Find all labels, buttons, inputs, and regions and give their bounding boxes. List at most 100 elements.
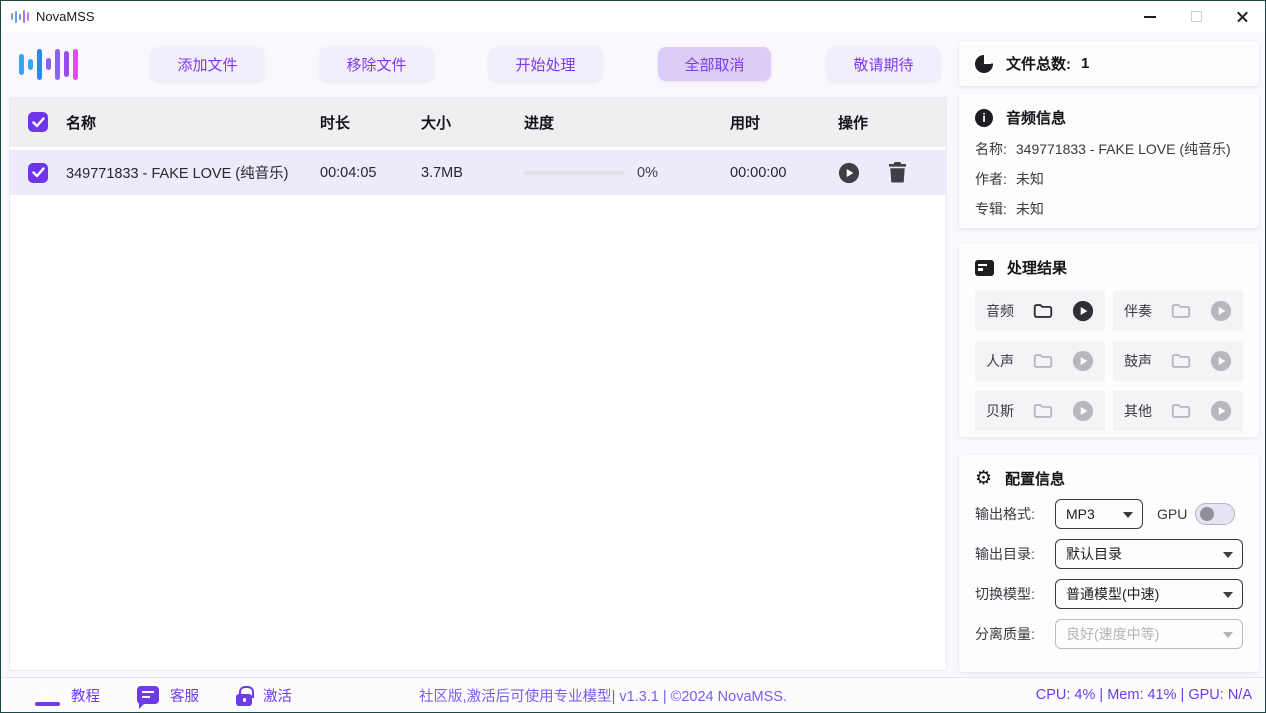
play-icon	[1210, 400, 1232, 422]
result-item: 伴奏	[1113, 291, 1243, 331]
waveform-logo	[19, 44, 95, 84]
cell-actions	[830, 162, 946, 184]
header-size: 大小	[421, 112, 518, 133]
config-card: ⚙ 配置信息 输出格式: MP3 GPU 输出目录: 默认目录	[959, 455, 1259, 672]
output-dir-select[interactable]: 默认目录	[1055, 539, 1243, 569]
file-count-card: 文件总数: 1	[959, 41, 1259, 86]
result-item: 贝斯	[975, 391, 1105, 431]
trash-icon	[888, 162, 907, 183]
play-icon	[1210, 300, 1232, 322]
results-icon	[975, 260, 994, 276]
cancel-all-button[interactable]: 全部取消	[658, 47, 771, 81]
add-files-button[interactable]: 添加文件	[151, 47, 264, 81]
app-title: NovaMSS	[36, 9, 95, 24]
start-processing-button[interactable]: 开始处理	[489, 47, 602, 81]
chevron-down-icon	[1123, 512, 1133, 518]
row-checkbox[interactable]	[28, 163, 48, 183]
play-result-button[interactable]	[1210, 300, 1232, 322]
table-header-row: 名称 时长 大小 进度 用时 操作	[10, 97, 946, 147]
play-result-button[interactable]	[1210, 400, 1232, 422]
result-item: 音频	[975, 291, 1105, 331]
result-label: 其他	[1124, 401, 1152, 421]
cell-file-name: 349771833 - FAKE LOVE (纯音乐)	[66, 162, 320, 183]
play-icon	[1210, 350, 1232, 372]
output-format-label: 输出格式:	[975, 504, 1055, 524]
play-icon	[1072, 300, 1094, 322]
system-stats: CPU: 4% | Mem: 41% | GPU: N/A	[1036, 687, 1252, 703]
open-folder-button[interactable]	[1169, 300, 1193, 322]
header-elapsed: 用时	[730, 112, 830, 133]
info-icon: i	[975, 109, 993, 127]
gear-icon: ⚙	[975, 470, 992, 488]
audio-info-album: 专辑: 未知	[975, 201, 1243, 218]
cell-progress: 0%	[518, 165, 730, 181]
side-panel: 文件总数: 1 i 音频信息 名称: 349771833 - FAKE LOVE…	[959, 41, 1259, 672]
check-icon	[32, 117, 45, 128]
activate-link[interactable]: 激活	[236, 685, 292, 706]
open-folder-button[interactable]	[1031, 300, 1055, 322]
open-folder-button[interactable]	[1169, 350, 1193, 372]
check-icon	[32, 167, 45, 178]
gpu-toggle[interactable]	[1195, 503, 1235, 525]
results-title: 处理结果	[1007, 257, 1067, 278]
open-folder-button[interactable]	[1031, 400, 1055, 422]
chat-icon	[137, 686, 159, 704]
titlebar-app: NovaMSS	[1, 9, 95, 25]
lock-icon	[236, 694, 252, 706]
tutorial-link[interactable]: ➤ 教程	[35, 685, 100, 706]
play-result-button[interactable]	[1210, 350, 1232, 372]
maximize-button[interactable]	[1173, 1, 1219, 32]
play-row-button[interactable]	[838, 162, 860, 184]
config-row-format: 输出格式: MP3 GPU	[975, 499, 1243, 529]
chevron-down-icon	[1223, 592, 1233, 598]
quality-select[interactable]: 良好(速度中等)	[1055, 619, 1243, 649]
result-label: 鼓声	[1124, 351, 1152, 371]
pie-chart-icon	[975, 55, 993, 73]
toggle-knob	[1200, 507, 1214, 521]
file-count-value: 1	[1081, 55, 1089, 72]
audio-info-artist: 作者: 未知	[975, 171, 1243, 188]
window-controls	[1127, 1, 1265, 32]
close-icon	[1236, 10, 1249, 23]
folder-icon	[1169, 300, 1193, 322]
delete-row-button[interactable]	[888, 162, 907, 183]
tutorial-icon: ➤	[35, 685, 60, 706]
header-actions: 操作	[830, 112, 946, 133]
config-row-model: 切换模型: 普通模型(中速)	[975, 579, 1243, 609]
audio-info-name: 名称: 349771833 - FAKE LOVE (纯音乐)	[975, 141, 1243, 158]
cell-size: 3.7MB	[421, 165, 518, 181]
support-link[interactable]: 客服	[137, 685, 199, 706]
play-icon	[838, 162, 860, 184]
result-item: 人声	[975, 341, 1105, 381]
toolbar: 添加文件 移除文件 开始处理 全部取消 敬请期待	[1, 32, 945, 96]
statusbar: ➤ 教程 客服 激活 社区版,激活后可使用专业模型| v1.3.1 | ©202…	[1, 677, 1265, 712]
coming-soon-button[interactable]: 敬请期待	[827, 47, 940, 81]
minimize-button[interactable]	[1127, 1, 1173, 32]
file-count-label: 文件总数:	[1006, 53, 1071, 74]
chevron-down-icon	[1223, 552, 1233, 558]
results-card: 处理结果 音频伴奏人声鼓声贝斯其他	[959, 244, 1259, 437]
play-result-button[interactable]	[1072, 400, 1094, 422]
close-button[interactable]	[1219, 1, 1265, 32]
config-row-output-dir: 输出目录: 默认目录	[975, 539, 1243, 569]
minimize-icon	[1144, 16, 1156, 18]
remove-files-button[interactable]: 移除文件	[320, 47, 433, 81]
audio-info-card: i 音频信息 名称: 349771833 - FAKE LOVE (纯音乐) 作…	[959, 94, 1259, 228]
cell-elapsed: 00:00:00	[730, 165, 830, 181]
app-window: NovaMSS 添加文件 移除文件 开始处理 全部取消 敬请期待 名称 时长 大…	[0, 0, 1266, 713]
cell-duration: 00:04:05	[320, 165, 421, 181]
header-progress: 进度	[518, 112, 730, 133]
play-result-button[interactable]	[1072, 350, 1094, 372]
results-grid: 音频伴奏人声鼓声贝斯其他	[975, 291, 1243, 431]
play-result-button[interactable]	[1072, 300, 1094, 322]
output-format-select[interactable]: MP3	[1055, 499, 1143, 529]
header-name: 名称	[66, 112, 320, 133]
open-folder-button[interactable]	[1169, 400, 1193, 422]
model-select[interactable]: 普通模型(中速)	[1055, 579, 1243, 609]
table-row[interactable]: 349771833 - FAKE LOVE (纯音乐) 00:04:05 3.7…	[10, 150, 946, 195]
select-all-checkbox[interactable]	[28, 112, 48, 132]
open-folder-button[interactable]	[1031, 350, 1055, 372]
result-label: 伴奏	[1124, 301, 1152, 321]
config-row-quality: 分离质量: 良好(速度中等)	[975, 619, 1243, 649]
folder-icon	[1169, 400, 1193, 422]
